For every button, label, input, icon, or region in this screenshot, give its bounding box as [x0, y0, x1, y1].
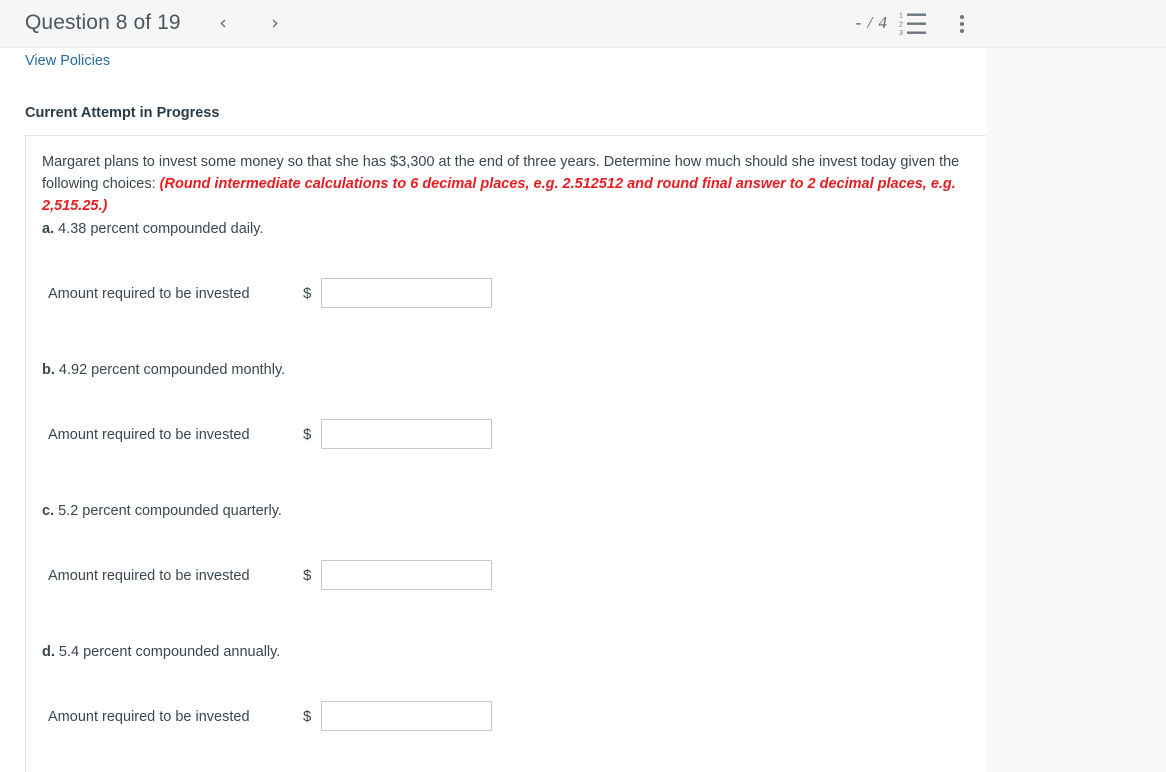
- answer-label-b: Amount required to be invested: [48, 427, 250, 443]
- part-b-letter: b.: [42, 362, 55, 378]
- currency-symbol-c: $: [303, 567, 312, 584]
- attempt-status-heading: Current Attempt in Progress: [25, 105, 220, 121]
- answer-label-d: Amount required to be invested: [48, 709, 250, 725]
- part-b-label: b. 4.92 percent compounded monthly.: [42, 360, 972, 380]
- part-d-label: d. 5.4 percent compounded annually.: [42, 642, 972, 662]
- amount-input-c[interactable]: [321, 560, 492, 590]
- answer-row-c: Amount required to be invested $: [32, 560, 632, 592]
- part-c-letter: c.: [42, 503, 55, 519]
- question-part-d: d. 5.4 percent compounded annually.: [42, 642, 972, 662]
- kebab-dot: [960, 29, 964, 33]
- question-rounding-note: (Round intermediate calculations to 6 de…: [42, 176, 956, 214]
- question-header-bar: Question 8 of 19 ‹ › - / 4 1 2 3: [0, 0, 1166, 48]
- part-b-text: 4.92 percent compounded monthly.: [54, 362, 286, 378]
- part-d-text: 5.4 percent compounded annually.: [54, 644, 281, 660]
- currency-symbol-b: $: [303, 426, 312, 443]
- svg-text:2: 2: [899, 22, 903, 29]
- part-c-label: c. 5.2 percent compounded quarterly.: [42, 501, 972, 521]
- svg-text:1: 1: [899, 13, 903, 20]
- answer-row-a: Amount required to be invested $: [32, 278, 632, 310]
- question-part-c: c. 5.2 percent compounded quarterly.: [42, 501, 972, 521]
- numbered-list-icon[interactable]: 1 2 3: [898, 9, 930, 39]
- part-c-text: 5.2 percent compounded quarterly.: [54, 503, 282, 519]
- kebab-dot: [960, 22, 964, 26]
- view-policies-link[interactable]: View Policies: [25, 53, 110, 69]
- svg-text:3: 3: [899, 30, 903, 37]
- part-a-letter: a.: [42, 221, 55, 237]
- question-part-a: a. 4.38 percent compounded daily.: [42, 219, 972, 239]
- answer-section: Margaret plans to invest some money so t…: [25, 135, 986, 772]
- question-part-b: b. 4.92 percent compounded monthly.: [42, 360, 972, 380]
- part-d-letter: d.: [42, 644, 55, 660]
- answer-row-b: Amount required to be invested $: [32, 419, 632, 451]
- next-question-button[interactable]: ›: [260, 3, 290, 43]
- answer-row-d: Amount required to be invested $: [32, 701, 632, 733]
- previous-question-button[interactable]: ‹: [208, 3, 238, 43]
- question-content-panel: View Policies Current Attempt in Progres…: [0, 48, 986, 772]
- part-a-text: 4.38 percent compounded daily.: [54, 221, 264, 237]
- currency-symbol-d: $: [303, 708, 312, 725]
- part-a-label: a. 4.38 percent compounded daily.: [42, 219, 972, 239]
- amount-input-b[interactable]: [321, 419, 492, 449]
- question-prompt: Margaret plans to invest some money so t…: [42, 151, 972, 217]
- kebab-dot: [960, 15, 964, 19]
- amount-input-d[interactable]: [321, 701, 492, 731]
- answer-label-c: Amount required to be invested: [48, 568, 250, 584]
- score-display: - / 4: [855, 13, 888, 32]
- amount-input-a[interactable]: [321, 278, 492, 308]
- more-options-icon[interactable]: [950, 9, 974, 39]
- answer-label-a: Amount required to be invested: [48, 286, 250, 302]
- currency-symbol-a: $: [303, 285, 312, 302]
- page-title: Question 8 of 19: [25, 11, 181, 34]
